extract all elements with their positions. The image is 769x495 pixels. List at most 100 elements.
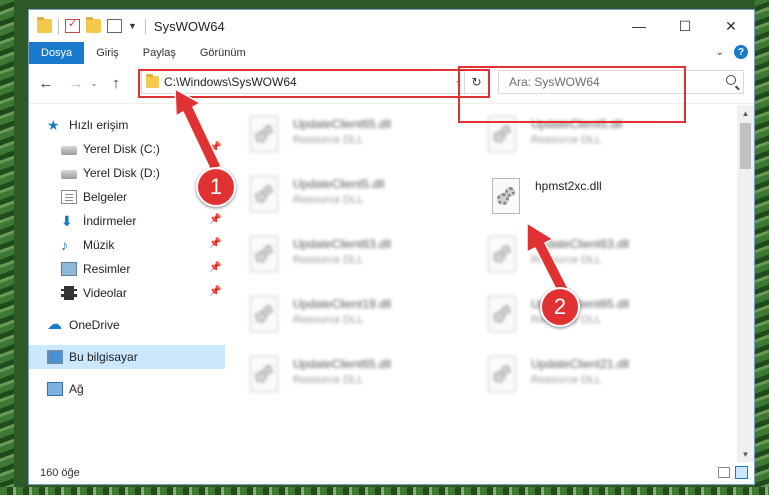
tab-home[interactable]: Giriş [84, 42, 131, 64]
dll-file-icon [247, 235, 281, 275]
new-folder-icon[interactable] [86, 17, 101, 33]
toolbar-divider [58, 18, 59, 34]
window-controls: — ☐ ✕ [616, 10, 754, 42]
file-tile[interactable]: UpdateClient21.dll Resource DLL [485, 355, 715, 405]
refresh-button[interactable]: ↻ [464, 71, 488, 93]
address-bar[interactable]: C:\Windows\SysWOW64 ⌄ ↻ [141, 70, 489, 94]
details-view-icon[interactable] [718, 467, 730, 478]
file-tile[interactable]: UpdateClient63.dll Resource DLL [485, 235, 715, 285]
minimize-button[interactable]: — [616, 10, 662, 42]
sidebar-item-network[interactable]: Ağ [29, 377, 225, 401]
sidebar-item-pictures[interactable]: Resimler 📌 [29, 257, 225, 281]
sidebar-item-quick-access[interactable]: ★ Hızlı erişim [29, 113, 225, 137]
help-icon[interactable]: ? [734, 45, 748, 59]
tab-share[interactable]: Paylaş [131, 42, 188, 64]
close-button[interactable]: ✕ [708, 10, 754, 42]
title-bar: ▼ SysWOW64 — ☐ ✕ [29, 10, 754, 42]
title-divider [144, 18, 146, 34]
file-tile-hpmst2xc[interactable]: hpmst2xc.dll [489, 177, 719, 227]
file-type: Resource DLL [293, 254, 364, 266]
address-path[interactable]: C:\Windows\SysWOW64 [164, 75, 297, 89]
music-icon: ♪ [61, 237, 68, 253]
expand-ribbon-icon[interactable]: ⌄ [716, 47, 724, 58]
file-type: Resource DLL [293, 194, 364, 206]
videos-icon [61, 286, 77, 300]
dll-file-icon [247, 115, 281, 155]
navigation-bar: ← → ⌄ ↑ C:\Windows\SysWOW64 ⌄ ↻ Ara: Sys… [29, 64, 754, 104]
quick-access-toolbar: ▼ [29, 17, 137, 34]
sidebar-item-videos[interactable]: Videolar 📌 [29, 281, 225, 305]
sidebar-item-label: Ağ [69, 382, 84, 396]
sidebar-item-music[interactable]: ♪ Müzik 📌 [29, 233, 225, 257]
dll-file-icon [485, 115, 519, 155]
file-tile[interactable]: UpdateClient19.dll Resource DLL [247, 295, 477, 345]
file-type: Resource DLL [531, 254, 602, 266]
pin-icon: 📌 [209, 238, 222, 249]
up-button[interactable]: ↑ [105, 75, 127, 92]
sidebar-item-label: Yerel Disk (C:) [83, 142, 160, 156]
properties-check-icon[interactable] [65, 17, 80, 33]
sidebar-item-onedrive[interactable]: ☁ OneDrive [29, 313, 225, 337]
file-tile[interactable]: UpdateClient65.dllResource DLL [485, 295, 715, 345]
sidebar-item-this-pc[interactable]: Bu bilgisayar [29, 345, 225, 369]
file-tile[interactable]: UpdateClient65.dllResource DLL [247, 115, 477, 165]
sidebar-item-local-disk-c[interactable]: Yerel Disk (C:) 📌 [29, 137, 225, 161]
documents-icon [61, 190, 77, 204]
customize-icon[interactable] [107, 19, 122, 33]
pin-icon: 📌 [209, 262, 222, 273]
file-tile[interactable]: UpdateClient63.dll Resource DLL [247, 235, 477, 285]
sidebar-item-label: Hızlı erişim [69, 118, 129, 132]
file-type: Resource DLL [293, 314, 364, 326]
pictures-icon [61, 262, 77, 276]
status-bar: 160 öğe [29, 462, 754, 484]
downloads-icon: ⬇ [61, 213, 73, 229]
file-type: Resource DLL [293, 134, 364, 146]
address-dropdown-icon[interactable]: ⌄ [454, 75, 462, 86]
forward-button[interactable]: → [65, 75, 87, 92]
tab-file[interactable]: Dosya [29, 42, 85, 64]
scroll-down-button[interactable]: ▼ [737, 446, 754, 462]
file-tile[interactable]: UpdateClient5.dll Resource DLL [485, 115, 715, 165]
folder-icon [146, 74, 159, 88]
dll-file-icon [485, 235, 519, 275]
vertical-scrollbar[interactable]: ▲ ▼ [737, 105, 754, 462]
maximize-button[interactable]: ☐ [662, 10, 708, 42]
sidebar-item-label: OneDrive [69, 318, 120, 332]
scroll-thumb[interactable] [740, 123, 751, 169]
file-tile[interactable]: UpdateClient5.dll Resource DLL [247, 175, 477, 225]
file-name: UpdateClient5.dll [293, 177, 385, 191]
folder-icon [37, 17, 52, 33]
sidebar-item-label: Müzik [83, 238, 115, 252]
callout-badge-1: 1 [196, 167, 236, 207]
tiles-view-icon[interactable] [735, 466, 748, 479]
file-list: UpdateClient65.dll Resource DLL UpdateCli… [225, 105, 737, 462]
sidebar-item-downloads[interactable]: ⬇ İndirmeler 📌 [29, 209, 225, 233]
network-icon [47, 382, 63, 396]
sidebar-item-label: Videolar [83, 286, 127, 300]
file-name: UpdateClient21.dll [531, 357, 630, 371]
pin-icon: 📌 [209, 142, 222, 153]
sidebar-item-label: Resimler [83, 262, 131, 276]
star-icon: ★ [47, 117, 60, 133]
ribbon-tabs: Dosya Giriş Paylaş Görünüm ⌄ ? [29, 42, 754, 64]
dll-file-icon [485, 355, 519, 395]
pin-icon: 📌 [209, 214, 222, 225]
explorer-body: ★ Hızlı erişim Yerel Disk (C:) 📌 Yerel D… [29, 105, 754, 462]
item-count: 160 öğe [40, 467, 80, 479]
navigation-pane: ★ Hızlı erişim Yerel Disk (C:) 📌 Yerel D… [29, 105, 225, 462]
file-tile[interactable]: UpdateClient65.dllResource DLL [247, 355, 477, 405]
callout-badge-2: 2 [540, 287, 580, 327]
file-name: UpdateClient63.dll [531, 237, 630, 251]
recent-locations-button[interactable]: ⌄ [87, 78, 101, 89]
explorer-window: ▼ SysWOW64 — ☐ ✕ Dosya Giriş Paylaş Görü… [28, 9, 755, 485]
customize-dropdown-icon[interactable]: ▼ [128, 21, 137, 31]
dll-file-icon [489, 177, 523, 217]
dll-file-icon [485, 295, 519, 335]
window-title: SysWOW64 [153, 18, 225, 34]
search-input[interactable]: Ara: SysWOW64 [498, 70, 744, 94]
tab-view[interactable]: Görünüm [188, 42, 258, 64]
scroll-up-button[interactable]: ▲ [737, 105, 754, 121]
search-icon[interactable] [726, 75, 736, 85]
back-button[interactable]: ← [35, 75, 57, 92]
ribbon-right-controls: ⌄ ? [716, 45, 748, 59]
